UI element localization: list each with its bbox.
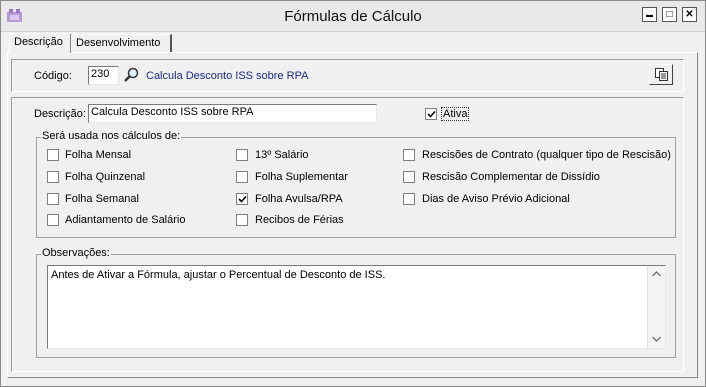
label-folha-semanal: Folha Semanal	[65, 193, 139, 205]
label-folha-quinzenal: Folha Quinzenal	[65, 171, 146, 183]
copy-icon	[655, 68, 668, 81]
tab-desenvolvimento[interactable]: Desenvolvimento	[72, 34, 172, 52]
codigo-field[interactable]: 230	[88, 66, 119, 85]
descricao-label: Descrição:	[34, 108, 86, 120]
label-rescisao-complementar: Rescisão Complementar de Dissídio	[422, 171, 600, 183]
observacoes-text: Antes de Ativar a Fórmula, ajustar o Per…	[51, 269, 386, 281]
scroll-up-icon[interactable]	[648, 266, 665, 283]
checkbox-folha-mensal[interactable]	[47, 149, 59, 161]
checkbox-aviso-previo[interactable]	[403, 193, 415, 205]
ativa-label: Ativa	[441, 107, 470, 121]
scroll-down-icon[interactable]	[648, 331, 665, 348]
formula-window: Fórmulas de Cálculo ▬ □ ✕ Descrição Dese…	[0, 0, 706, 387]
checkbox-recibos-ferias[interactable]	[236, 214, 248, 226]
label-folha-suplementar: Folha Suplementar	[255, 171, 348, 183]
copy-button[interactable]	[649, 64, 673, 85]
tab-descricao[interactable]: Descrição	[9, 33, 71, 53]
close-button[interactable]: ✕	[682, 7, 697, 22]
minimize-icon: ▬	[646, 12, 653, 19]
checkbox-rescisao-complementar[interactable]	[403, 171, 415, 183]
checkbox-folha-quinzenal[interactable]	[47, 171, 59, 183]
minimize-button[interactable]: ▬	[642, 7, 657, 22]
check-icon	[238, 195, 247, 203]
observacoes-legend: Observações:	[41, 247, 111, 259]
check-icon	[427, 110, 436, 118]
label-folha-mensal: Folha Mensal	[65, 149, 132, 161]
checkbox-adiantamento[interactable]	[47, 214, 59, 226]
maximize-icon: □	[666, 9, 673, 20]
codigo-description: Calcula Desconto ISS sobre RPA	[146, 70, 309, 82]
vertical-scrollbar[interactable]	[647, 266, 665, 348]
checkbox-folha-avulsa[interactable]	[236, 193, 248, 205]
maximize-button[interactable]: □	[662, 7, 677, 22]
title-bar[interactable]: Fórmulas de Cálculo ▬ □ ✕	[1, 1, 705, 32]
window-title: Fórmulas de Cálculo	[284, 8, 422, 25]
label-adiantamento: Adiantamento de Salário	[65, 214, 186, 226]
label-folha-avulsa: Folha Avulsa/RPA	[255, 193, 343, 205]
ativa-checkbox[interactable]	[425, 108, 437, 120]
checkbox-folha-semanal[interactable]	[47, 193, 59, 205]
checkbox-13-salario[interactable]	[236, 149, 248, 161]
observacoes-textarea[interactable]: Antes de Ativar a Fórmula, ajustar o Per…	[47, 265, 666, 349]
search-icon[interactable]	[123, 66, 141, 84]
calculos-legend: Será usada nos cálculos de:	[41, 130, 182, 142]
label-aviso-previo: Dias de Aviso Prévio Adicional	[422, 193, 570, 205]
label-rescisoes: Rescisões de Contrato (qualquer tipo de …	[422, 149, 671, 161]
checkbox-folha-suplementar[interactable]	[236, 171, 248, 183]
label-13-salario: 13º Salário	[255, 149, 309, 161]
label-recibos-ferias: Recibos de Férias	[255, 214, 344, 226]
close-icon: ✕	[685, 9, 694, 20]
descricao-field[interactable]: Calcula Desconto ISS sobre RPA	[88, 104, 377, 123]
checkbox-rescisoes[interactable]	[403, 149, 415, 161]
codigo-label: Código:	[34, 70, 72, 82]
